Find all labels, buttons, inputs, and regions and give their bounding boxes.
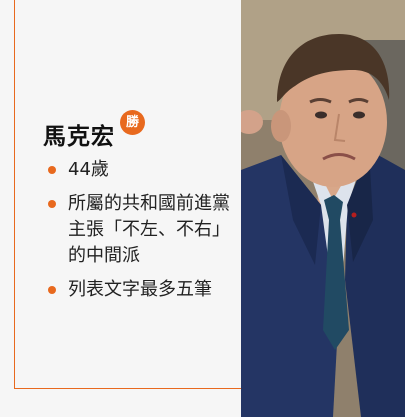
candidate-name: 馬克宏 — [43, 124, 115, 150]
list-item: 所屬的共和國前進黨主張「不左、不右」的中間派 — [48, 191, 233, 269]
frame-left-line — [14, 0, 15, 389]
info-list: 44歲 所屬的共和國前進黨主張「不左、不右」的中間派 列表文字最多五筆 — [48, 157, 233, 311]
list-item: 44歲 — [48, 157, 233, 183]
list-item-text: 44歲 — [68, 159, 109, 180]
bullet-icon — [48, 286, 56, 294]
win-badge: 勝 — [120, 110, 145, 135]
list-item-text: 所屬的共和國前進黨主張「不左、不右」的中間派 — [68, 193, 230, 266]
candidate-photo — [241, 0, 405, 417]
bullet-icon — [48, 166, 56, 174]
bullet-icon — [48, 200, 56, 208]
list-item-text: 列表文字最多五筆 — [68, 279, 212, 300]
list-item: 列表文字最多五筆 — [48, 277, 233, 303]
